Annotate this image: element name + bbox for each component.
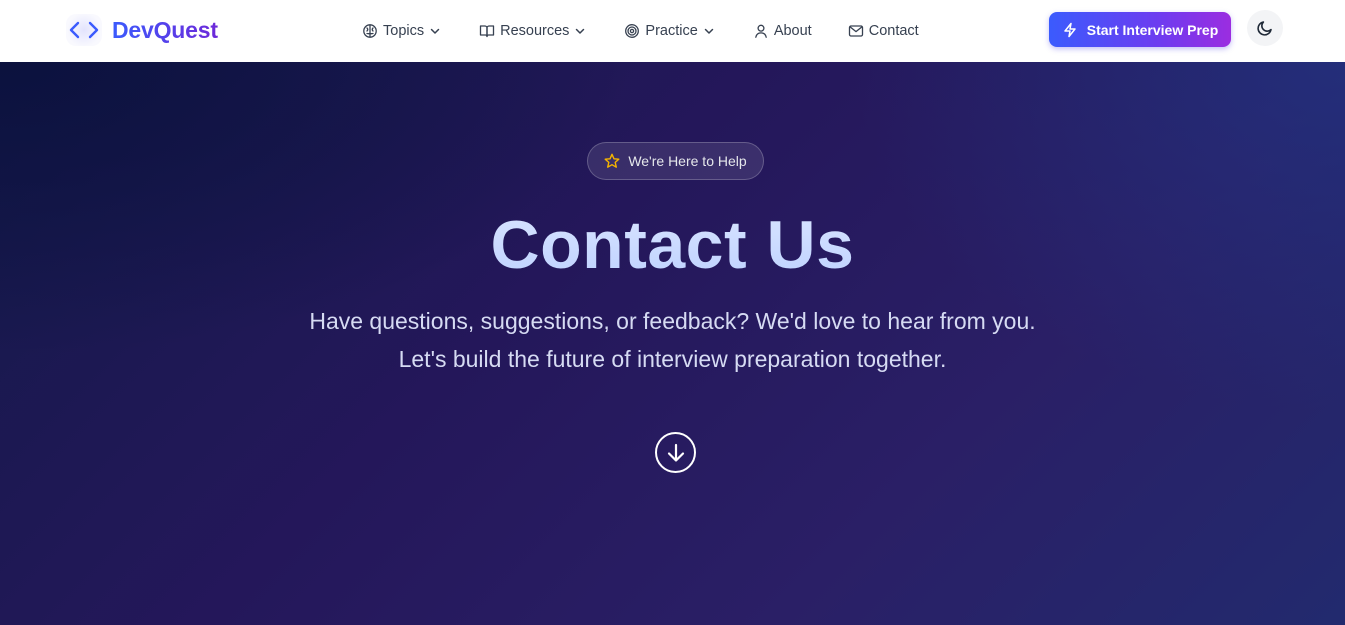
nav-item-topics[interactable]: Topics [362, 23, 441, 39]
badge-label: We're Here to Help [628, 153, 747, 169]
help-badge: We're Here to Help [587, 142, 764, 180]
nav-label-topics: Topics [383, 23, 425, 39]
main-nav: Topics Resources Practice About Contact [362, 0, 919, 62]
nav-label-practice: Practice [645, 23, 698, 39]
page-title: Contact Us [0, 200, 1345, 290]
nav-label-contact: Contact [868, 23, 919, 39]
arrow-down-icon [664, 441, 688, 465]
hero-subtitle-line-2: Let's build the future of interview prep… [398, 346, 947, 372]
star-icon [604, 153, 620, 169]
nav-label-about: About [773, 23, 812, 39]
user-icon [753, 23, 769, 39]
chevron-down-icon [574, 25, 586, 37]
nav-item-contact[interactable]: Contact [848, 23, 919, 39]
lightning-icon [1062, 22, 1078, 38]
contact-hero: We're Here to Help Contact Us Have quest… [0, 62, 1345, 625]
mail-icon [848, 23, 864, 39]
nav-item-about[interactable]: About [753, 23, 812, 39]
chevron-down-icon [429, 25, 441, 37]
moon-icon [1256, 19, 1274, 37]
book-open-icon [479, 23, 495, 39]
hero-subtitle-line-1: Have questions, suggestions, or feedback… [309, 308, 1036, 334]
scroll-down-button[interactable] [655, 432, 696, 473]
nav-item-practice[interactable]: Practice [624, 23, 714, 39]
theme-toggle-button[interactable] [1247, 10, 1283, 46]
code-brackets-icon [66, 14, 102, 46]
nav-item-resources[interactable]: Resources [479, 23, 586, 39]
brand-name: DevQuest [112, 16, 218, 43]
start-interview-prep-button[interactable]: Start Interview Prep [1049, 12, 1231, 47]
top-navbar: DevQuest Topics Resources Practice About… [0, 0, 1345, 62]
cta-label: Start Interview Prep [1086, 21, 1219, 38]
nav-label-resources: Resources [500, 23, 570, 39]
brand-logo[interactable]: DevQuest [66, 14, 218, 46]
target-icon [624, 23, 640, 39]
brain-icon [362, 23, 378, 39]
chevron-down-icon [703, 25, 715, 37]
